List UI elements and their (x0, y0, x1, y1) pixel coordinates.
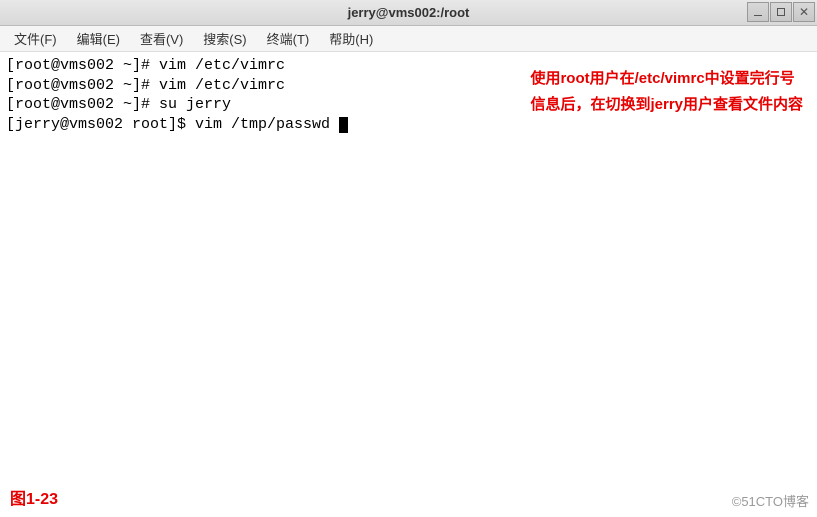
minimize-button[interactable] (747, 2, 769, 22)
maximize-button[interactable] (770, 2, 792, 22)
annotation-text: 使用root用户在/etc/vimrc中设置完行号 信息后，在切换到jerry用… (530, 66, 803, 117)
terminal-text: [jerry@vms002 root]$ vim /tmp/passwd (6, 116, 339, 133)
window-titlebar: jerry@vms002:/root ✕ (0, 0, 817, 26)
menu-terminal[interactable]: 终端(T) (259, 26, 318, 51)
annotation-line: 使用root用户在/etc/vimrc中设置完行号 (530, 66, 803, 92)
menu-help[interactable]: 帮助(H) (321, 26, 381, 51)
menu-file[interactable]: 文件(F) (6, 26, 65, 51)
close-icon: ✕ (799, 6, 809, 18)
window-controls: ✕ (747, 2, 815, 22)
terminal-line: [jerry@vms002 root]$ vim /tmp/passwd (6, 115, 811, 135)
maximize-icon (777, 8, 785, 16)
menu-edit[interactable]: 编辑(E) (69, 26, 128, 51)
annotation-line: 信息后，在切换到jerry用户查看文件内容 (530, 92, 803, 118)
close-button[interactable]: ✕ (793, 2, 815, 22)
menu-search[interactable]: 搜索(S) (195, 26, 254, 51)
terminal-cursor (339, 117, 348, 133)
minimize-icon (754, 15, 762, 16)
menu-view[interactable]: 查看(V) (132, 26, 191, 51)
watermark: ©51CTO博客 (732, 494, 809, 511)
window-title: jerry@vms002:/root (0, 5, 817, 20)
menubar: 文件(F) 编辑(E) 查看(V) 搜索(S) 终端(T) 帮助(H) (0, 26, 817, 52)
figure-label: 图1-23 (10, 490, 58, 511)
terminal-area[interactable]: [root@vms002 ~]# vim /etc/vimrc [root@vm… (0, 52, 817, 517)
